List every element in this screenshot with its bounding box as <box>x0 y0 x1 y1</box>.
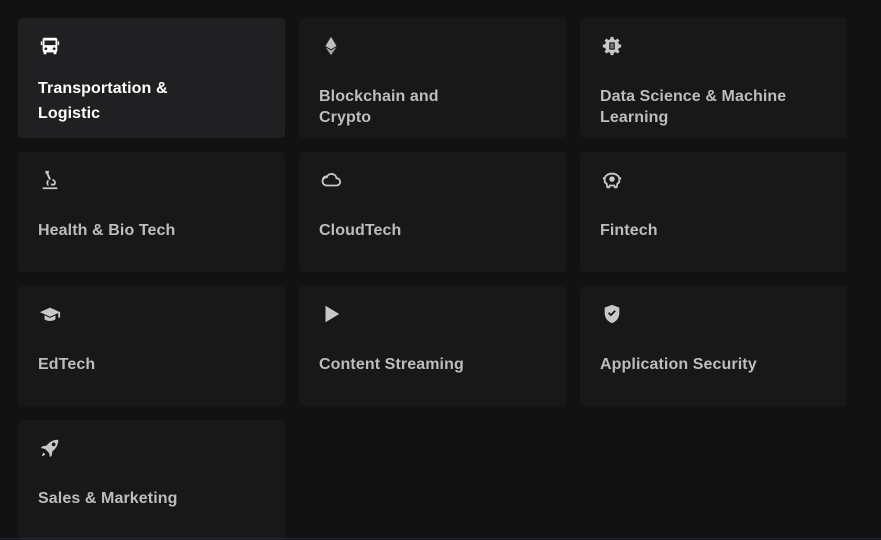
category-card-edtech[interactable]: EdTech <box>18 286 285 406</box>
category-card-health[interactable]: Health & Bio Tech <box>18 152 285 272</box>
category-label: Health & Bio Tech <box>38 220 265 241</box>
shield-check-icon <box>600 302 624 326</box>
category-label: Data Science & Machine Learning <box>600 86 827 128</box>
category-label: Blockchain and Crypto <box>319 86 546 128</box>
category-card-data-science[interactable]: Data Science & Machine Learning <box>580 18 847 138</box>
category-grid: Transportation & Logistic Blockchain and… <box>18 18 847 540</box>
category-card-cloudtech[interactable]: CloudTech <box>299 152 566 272</box>
category-label: Fintech <box>600 220 827 241</box>
gear-icon <box>600 34 624 58</box>
category-label: Application Security <box>600 354 827 375</box>
category-label: Sales & Marketing <box>38 488 265 509</box>
category-card-content-streaming[interactable]: Content Streaming <box>299 286 566 406</box>
play-icon <box>319 302 343 326</box>
cloud-icon <box>319 168 343 192</box>
category-card-fintech[interactable]: Fintech <box>580 152 847 272</box>
piggy-bank-icon <box>600 168 624 192</box>
category-label: EdTech <box>38 354 265 375</box>
category-card-sales-marketing[interactable]: Sales & Marketing <box>18 420 285 540</box>
category-card-blockchain[interactable]: Blockchain and Crypto <box>299 18 566 138</box>
graduation-cap-icon <box>38 302 62 326</box>
category-label: Content Streaming <box>319 354 546 375</box>
category-label: CloudTech <box>319 220 546 241</box>
category-card-application-security[interactable]: Application Security <box>580 286 847 406</box>
ethereum-icon <box>319 34 343 58</box>
category-card-transportation[interactable]: Transportation & Logistic <box>18 18 285 138</box>
rocket-icon <box>38 436 62 460</box>
microscope-icon <box>38 168 62 192</box>
bus-icon <box>38 34 62 58</box>
category-label: Transportation & Logistic <box>38 76 265 126</box>
